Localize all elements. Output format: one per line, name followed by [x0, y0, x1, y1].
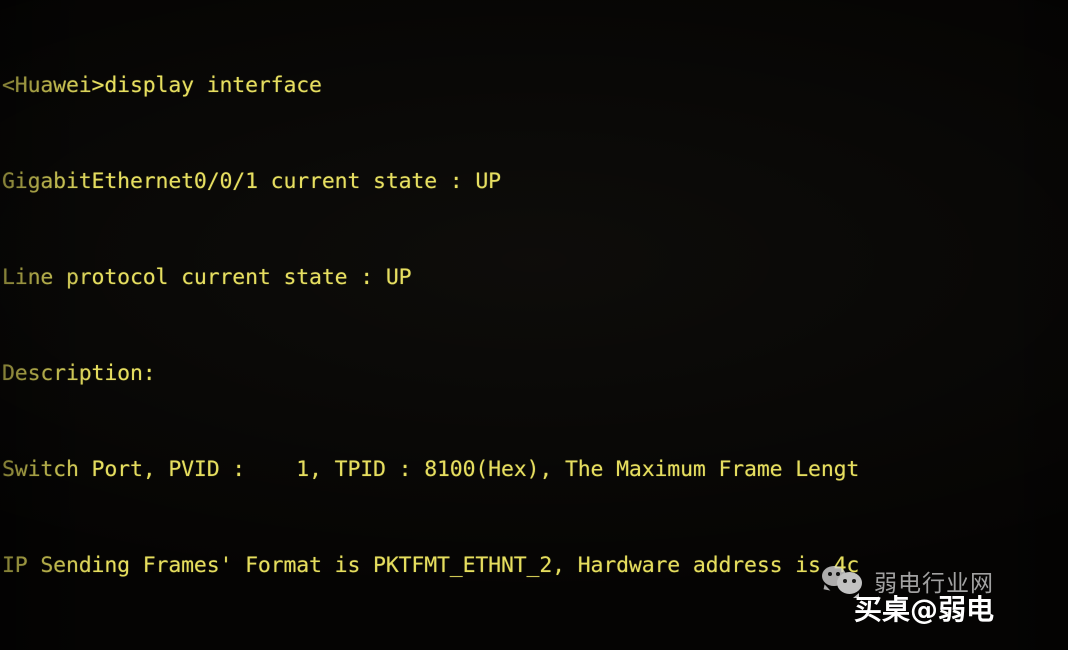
terminal-line: <Huawei>display interface: [2, 73, 322, 98]
terminal-line: Line protocol current state : UP: [2, 265, 412, 290]
terminal-screen: <Huawei>display interface GigabitEtherne…: [0, 0, 1068, 650]
terminal-output[interactable]: <Huawei>display interface GigabitEtherne…: [0, 0, 1068, 650]
terminal-line: Last physical up time : 2019-12-13 19:57…: [0, 646, 1068, 650]
terminal-line: Description:: [2, 361, 156, 386]
terminal-line: GigabitEthernet0/0/1 current state : UP: [2, 169, 501, 194]
terminal-line: Switch Port, PVID : 1, TPID : 8100(Hex),…: [2, 457, 860, 482]
terminal-line: IP Sending Frames' Format is PKTFMT_ETHN…: [2, 553, 860, 578]
